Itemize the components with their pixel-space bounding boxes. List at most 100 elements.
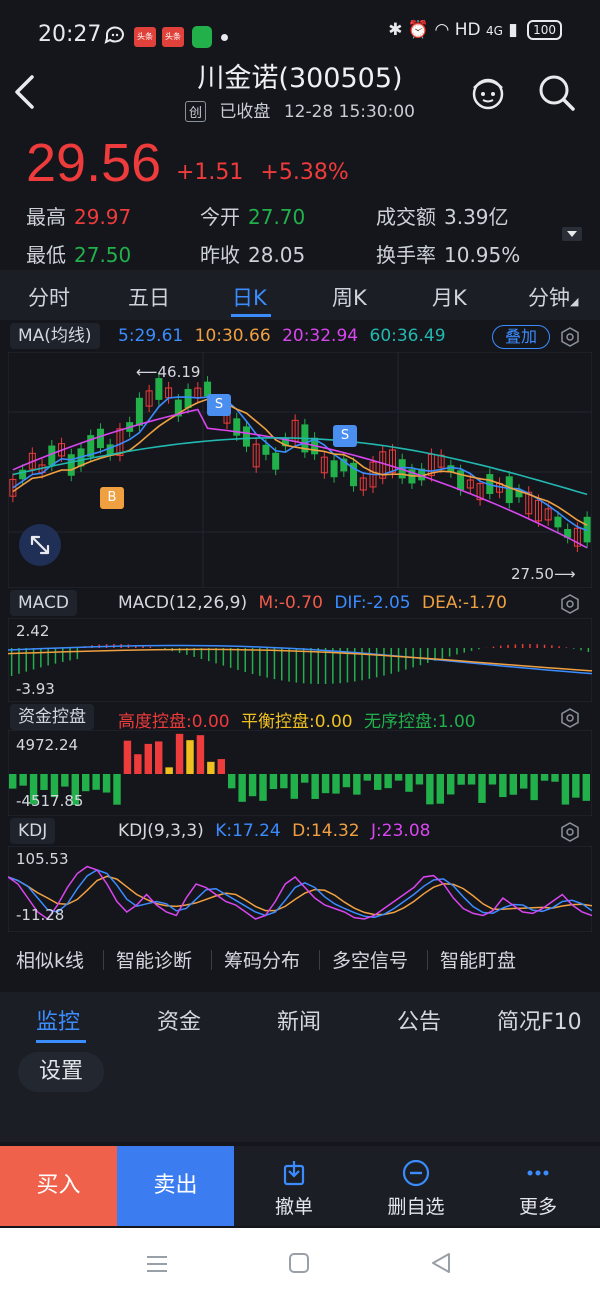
more-button[interactable]: 更多 (488, 1158, 588, 1219)
minus-circle-icon (402, 1159, 430, 1187)
chip-distribution-button[interactable]: 筹码分布 (224, 946, 300, 973)
capital-bar (9, 774, 17, 789)
smart-watch-button[interactable]: 智能盯盘 (440, 946, 516, 973)
overlay-button[interactable]: 叠加 (492, 325, 550, 349)
capital-bar (61, 774, 69, 787)
ma5-value: 5:29.61 (118, 326, 184, 346)
cancel-order-label: 撤单 (274, 1196, 313, 1218)
macd-indicator-button[interactable]: MACD (10, 590, 77, 616)
capital-bar (467, 774, 476, 785)
sell-button[interactable]: 卖出 (117, 1146, 234, 1226)
macd-dif-line (8, 644, 592, 675)
tab-announcements[interactable]: 公告 (397, 1004, 441, 1036)
fullscreen-button[interactable] (19, 524, 61, 566)
stat-value: 27.50 (74, 243, 132, 267)
home-nav-icon[interactable] (288, 1252, 310, 1278)
capital-values: 高度控盘:0.00 平衡控盘:0.00 无序控盘:1.00 (118, 707, 482, 732)
tab-five-day[interactable]: 五日 (128, 282, 170, 312)
notification-dot (221, 34, 228, 41)
candle-body (554, 516, 562, 528)
kdj-indicator-button[interactable]: KDJ (10, 818, 56, 844)
assistant-avatar-icon[interactable] (468, 72, 508, 112)
capital-bar (248, 774, 257, 797)
kdj-params: KDJ(9,3,3) (118, 821, 204, 841)
capital-bar (540, 774, 549, 781)
tab-news[interactable]: 新闻 (277, 1004, 321, 1036)
stat-low: 最低 27.50 (26, 239, 131, 268)
network-type: HD (454, 20, 481, 40)
board-tag: 创 (185, 101, 207, 122)
stat-value: 28.05 (248, 243, 306, 267)
capital-bar (426, 774, 434, 805)
tab-f10-profile[interactable]: 简况F10 (497, 1004, 582, 1036)
capital-bar (19, 774, 27, 786)
capital-bar (217, 759, 225, 774)
settings-gear-icon[interactable] (560, 822, 580, 842)
settings-gear-icon[interactable] (560, 327, 580, 347)
settings-gear-icon[interactable] (560, 594, 580, 614)
cancel-order-button[interactable]: 撤单 (244, 1158, 344, 1219)
tab-capital[interactable]: 资金 (157, 1004, 201, 1036)
capital-bar (342, 774, 351, 788)
ma60-value: 60:36.49 (369, 326, 446, 346)
low-marker: 27.50⟶ (511, 564, 575, 583)
similar-kline-button[interactable]: 相似k线 (16, 946, 84, 973)
tab-weekly-k[interactable]: 周K (332, 282, 367, 312)
capital-bar (561, 774, 570, 805)
tab-monthly-k[interactable]: 月K (432, 282, 467, 312)
news-app-icon: 头条 (134, 27, 156, 47)
tab-monitor[interactable]: 监控 (36, 1004, 80, 1036)
bluetooth-icon: ✱ (388, 20, 403, 40)
capital-bar (447, 774, 455, 795)
settings-button[interactable]: 设置 (18, 1052, 104, 1092)
buy-signal-badge[interactable]: B (100, 487, 124, 509)
kdj-chart[interactable] (8, 846, 592, 932)
chart-frame (8, 846, 592, 932)
stat-value: 29.97 (74, 205, 132, 229)
ma20-value: 20:32.94 (282, 326, 359, 346)
capital-bar (488, 774, 497, 785)
market-state: 已收盘 (219, 102, 271, 122)
capital-indicator-button[interactable]: 资金控盘 (10, 704, 94, 730)
expand-stats-icon[interactable] (562, 226, 582, 241)
capital-bar (530, 774, 538, 801)
low-marker-value: 27.50 (511, 565, 554, 583)
stat-turnover: 换手率 10.95% (376, 239, 520, 268)
battery-icon: 100 (527, 20, 562, 40)
ma-legend: MA(均线) 5:29.61 10:30.66 20:32.94 60:36.4… (0, 323, 600, 351)
settings-gear-icon[interactable] (560, 708, 580, 728)
capital-bar (363, 774, 371, 781)
candle-body (242, 426, 250, 447)
capital-chart[interactable] (8, 730, 592, 816)
chat-icon (104, 26, 126, 46)
chart-frame (8, 352, 592, 588)
long-short-signal-button[interactable]: 多空信号 (332, 946, 408, 973)
chart-frame (8, 730, 592, 816)
capital-balance-value: 平衡控盘:0.00 (241, 712, 353, 732)
capital-bar (457, 774, 465, 785)
capital-bar (384, 774, 392, 789)
stat-label: 最高 (26, 205, 66, 229)
sell-signal-badge[interactable]: S (207, 394, 231, 416)
tab-daily-k[interactable]: 日K (232, 282, 267, 312)
sell-signal-badge-2[interactable]: S (333, 425, 357, 447)
menu-nav-icon[interactable] (145, 1254, 169, 1278)
tab-minute[interactable]: 分钟◢ (528, 282, 578, 312)
stat-label: 今开 (200, 205, 240, 229)
search-icon[interactable] (536, 72, 576, 112)
capital-ymax: 4972.24 (16, 736, 79, 754)
macd-chart[interactable] (8, 618, 592, 702)
kdj-d-value: D:14.32 (292, 821, 360, 841)
trade-status: 创 已收盘 12-28 15:30:00 (0, 97, 600, 122)
smart-diagnosis-button[interactable]: 智能诊断 (116, 946, 192, 973)
remove-watchlist-button[interactable]: 删自选 (366, 1158, 466, 1219)
buy-button[interactable]: 买入 (0, 1146, 117, 1226)
capital-bar (207, 761, 215, 774)
back-nav-icon[interactable] (430, 1252, 452, 1278)
tab-intraday[interactable]: 分时 (28, 282, 70, 312)
kline-chart[interactable] (8, 352, 592, 588)
price-change: +1.51 +5.38% (176, 160, 359, 185)
macd-legend: MACD MACD(12,26,9) M:-0.70 DIF:-2.05 DEA… (0, 590, 600, 618)
ma-indicator-button[interactable]: MA(均线) (10, 323, 100, 349)
system-nav-bar (0, 1228, 600, 1300)
